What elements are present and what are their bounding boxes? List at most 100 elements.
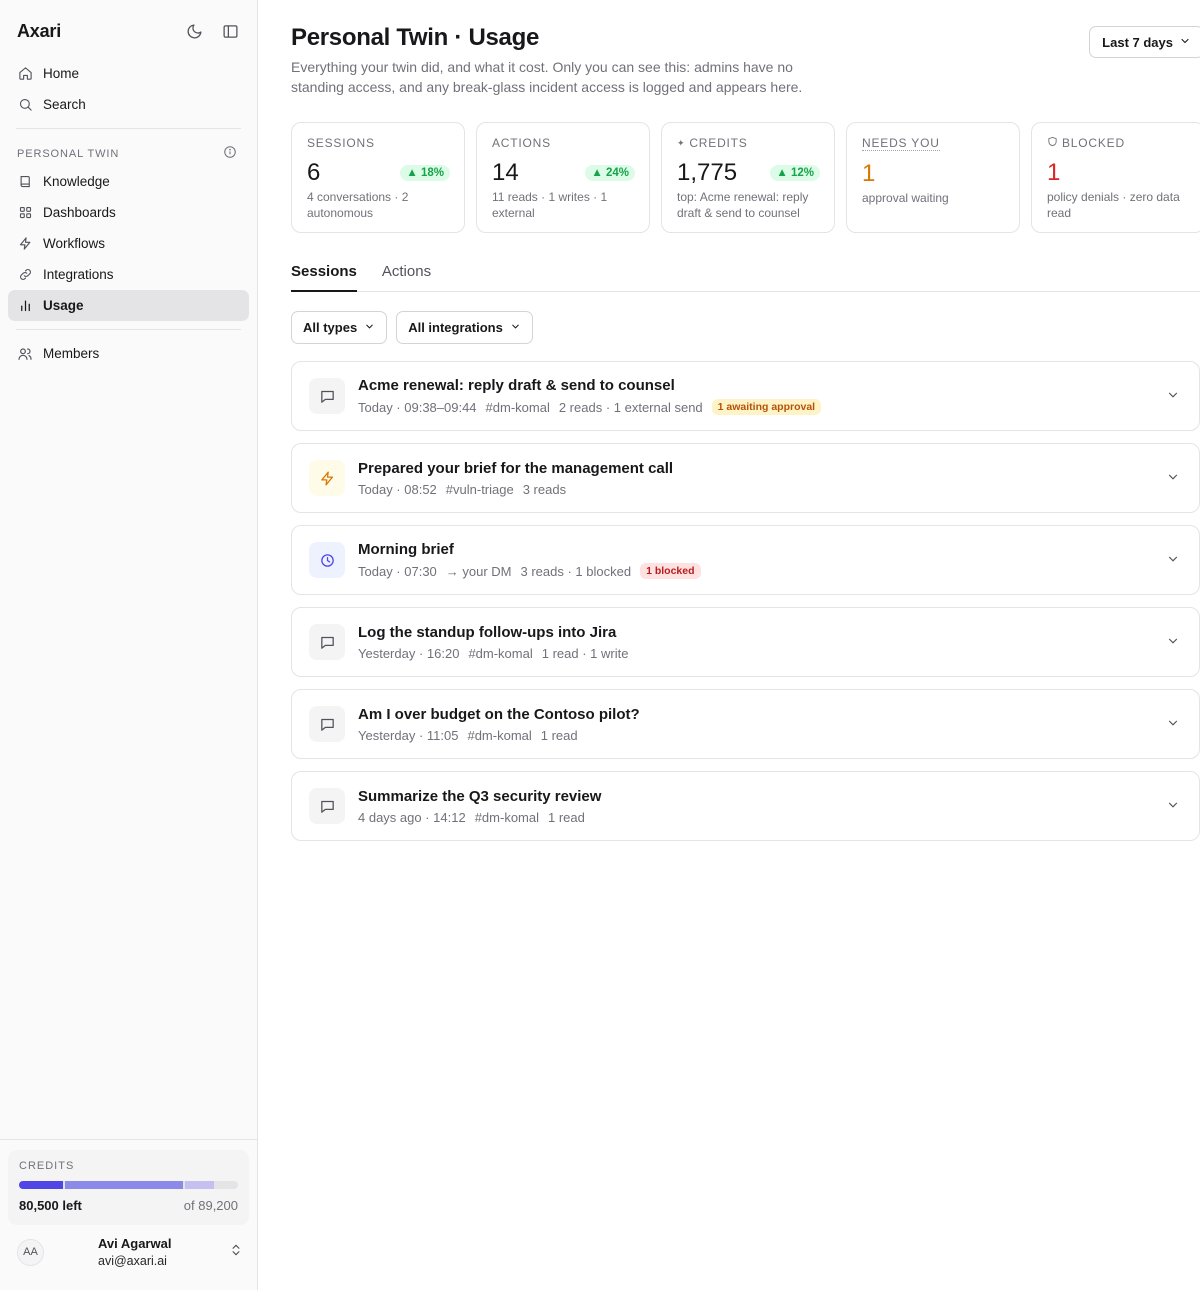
credits-progress-bar [19,1181,238,1189]
chevron-down-icon[interactable] [1166,716,1182,732]
session-channel: → your DM [445,563,512,579]
session-channel: #dm-komal [474,809,539,825]
filter-label: All types [303,320,358,335]
session-channel: #vuln-triage [445,481,514,497]
shield-icon [1047,136,1058,150]
chevron-down-icon[interactable] [1166,634,1182,650]
date-range-label: Last 7 days [1102,34,1173,50]
stat-card-actions: ACTIONS 14 ▲ 24% 11 reads · 1 writes · 1… [476,122,650,233]
session-row[interactable]: Log the standup follow-ups into Jira Yes… [291,607,1200,677]
session-row[interactable]: Morning brief Today · 07:30 → your DM 3 … [291,525,1200,595]
session-title: Am I over budget on the Contoso pilot? [358,705,640,723]
stat-card-sessions: SESSIONS 6 ▲ 18% 4 conversations · 2 aut… [291,122,465,233]
sidebar-item-integrations[interactable]: Integrations [8,259,249,290]
chevron-down-icon[interactable] [1166,552,1182,568]
section-title: PERSONAL TWIN [17,147,120,160]
sidebar-item-workflows[interactable]: Workflows [8,228,249,259]
integration-filter-select[interactable]: All integrations [396,311,533,344]
users-icon [17,346,33,362]
filter-label: All integrations [408,320,503,335]
stat-subtext: top: Acme renewal: reply draft & send to… [677,190,809,220]
home-icon [17,66,33,82]
chat-icon [309,378,345,414]
chevron-down-icon[interactable] [1166,388,1182,404]
sidebar-divider [16,128,241,129]
stat-card-blocked[interactable]: BLOCKED 1 policy denials · zero data rea… [1031,122,1200,233]
session-title: Summarize the Q3 security review [358,787,602,805]
sidebar-item-label: Knowledge [43,174,110,189]
credits-bar-segment [185,1181,214,1189]
avatar: AA [17,1238,44,1266]
filter-bar: All types All integrations [291,311,1200,344]
session-channel: #dm-komal [468,645,533,661]
session-stats: 3 reads · 1 blocked [520,563,632,579]
session-row[interactable]: Am I over budget on the Contoso pilot? Y… [291,689,1200,759]
sidebar-toggle-icon[interactable] [219,20,241,42]
sidebar-item-dashboards[interactable]: Dashboards [8,197,249,228]
stat-value: 1 [862,160,876,187]
sparkle-icon: ✦ [677,137,686,148]
credits-bar-segment [19,1181,63,1189]
credits-bar-segment [64,1181,184,1189]
user-name: Avi Agarwal [98,1236,172,1251]
bolt-icon [309,460,345,496]
stat-value: 6 [307,159,321,186]
session-stats: 2 reads · 1 external send [558,399,703,415]
moon-icon[interactable] [183,20,205,42]
session-stats: 1 read [548,809,585,825]
credits-widget[interactable]: CREDITS 80,500 left of 89,200 [8,1150,249,1225]
sidebar: Axari Home Search PERSONAL TWIN Knowledg… [0,0,258,1290]
brand-logo: Axari [17,20,62,41]
sidebar-item-members[interactable]: Members [8,338,249,369]
status-badge: 1 awaiting approval [711,399,822,415]
sidebar-item-home[interactable]: Home [8,58,249,89]
sidebar-divider [16,329,241,330]
info-icon[interactable] [223,145,237,162]
sidebar-item-label: Integrations [43,267,114,282]
sidebar-item-search[interactable]: Search [8,89,249,120]
stat-card-needs-you[interactable]: NEEDS YOU 1 approval waiting [846,122,1020,233]
book-icon [17,174,33,190]
type-filter-select[interactable]: All types [291,311,388,344]
date-range-select[interactable]: Last 7 days [1089,26,1200,58]
stat-value: 14 [492,159,519,186]
session-row[interactable]: Prepared your brief for the management c… [291,443,1200,513]
chevron-up-down-icon[interactable] [229,1243,243,1262]
link-icon [17,267,33,283]
tab-sessions[interactable]: Sessions [291,263,357,292]
session-channel: #dm-komal [485,399,550,415]
sidebar-footer-divider [0,1139,257,1140]
sidebar-item-knowledge[interactable]: Knowledge [8,166,249,197]
tab-actions[interactable]: Actions [382,263,431,292]
stat-card-credits: ✦ CREDITS 1,775 ▲ 12% top: Acme renewal:… [661,122,835,233]
chevron-down-icon[interactable] [1166,470,1182,486]
sidebar-item-label: Search [43,97,86,112]
stat-value: 1 [1047,159,1061,186]
sidebar-item-label: Workflows [43,236,106,251]
chat-icon [309,706,345,742]
session-time: 4 days ago · 14:12 [358,809,466,825]
session-row[interactable]: Summarize the Q3 security review 4 days … [291,771,1200,841]
session-stats: 1 read · 1 write [541,645,629,661]
sidebar-item-usage[interactable]: Usage [8,290,249,321]
session-title: Prepared your brief for the management c… [358,459,674,477]
session-row[interactable]: Acme renewal: reply draft & send to coun… [291,361,1200,431]
sidebar-nav: Home Search PERSONAL TWIN Knowledge Dash… [0,44,257,369]
stat-subtext: 11 reads · 1 writes · 1 external [492,190,608,220]
stat-label: NEEDS YOU [862,136,940,151]
user-menu[interactable]: AA Avi Agarwal avi@axari.ai [17,1236,243,1268]
session-title: Log the standup follow-ups into Jira [358,623,617,641]
session-title: Morning brief [358,541,454,558]
chevron-down-icon[interactable] [1166,798,1182,814]
stat-value: 1,775 [677,159,738,186]
sidebar-item-label: Home [43,66,80,81]
tab-bar: Sessions Actions [291,263,1200,292]
session-time: Today · 09:38–09:44 [358,399,477,415]
session-stats: 1 read [540,727,578,743]
page-description: Everything your twin did, and what it co… [291,59,803,95]
stats-row: SESSIONS 6 ▲ 18% 4 conversations · 2 aut… [291,122,1200,233]
section-heading-personal-twin: PERSONAL TWIN [8,137,249,166]
chevron-down-icon [364,320,375,335]
stat-label: SESSIONS [307,136,375,150]
status-badge: 1 blocked [640,563,701,579]
